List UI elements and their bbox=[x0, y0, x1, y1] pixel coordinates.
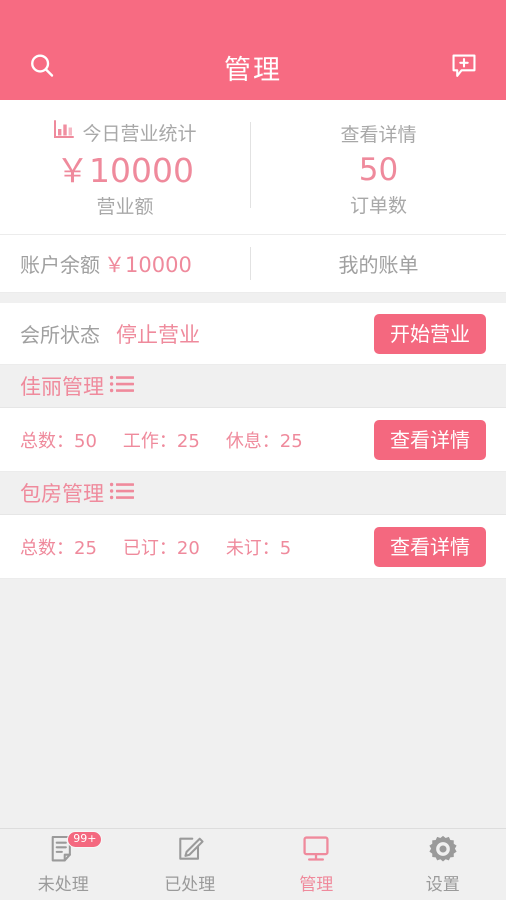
orders-column[interactable]: 查看详情 50 订单数 bbox=[251, 100, 506, 234]
account-balance-row: 账户余额 ￥10000 我的账单 bbox=[0, 235, 506, 293]
section-body-room: 总数：25 已订：20 未订：5 查看详情 bbox=[0, 515, 506, 579]
nav-item-settings[interactable]: 设置 bbox=[380, 829, 506, 900]
room-stat-unbooked: 未订：5 bbox=[225, 537, 292, 559]
business-stats-card: 今日营业统计 ￥10000 营业额 查看详情 50 订单数 bbox=[0, 100, 506, 235]
beauty-stat-working: 工作：25 bbox=[122, 430, 200, 452]
nav-label-management: 管理 bbox=[299, 875, 334, 895]
section-title-room: 包房管理 bbox=[20, 482, 104, 506]
view-details-link[interactable]: 查看详情 bbox=[340, 120, 416, 147]
club-status-label: 会所状态 bbox=[20, 323, 100, 347]
revenue-label: 营业额 bbox=[96, 196, 154, 219]
club-status-value: 停止营业 bbox=[116, 322, 200, 347]
settings-icon-wrap bbox=[427, 834, 459, 868]
club-status-row: 会所状态 停止营业 开始营业 bbox=[0, 303, 506, 365]
balance-amount: ￥10000 bbox=[104, 252, 192, 277]
nav-item-processed[interactable]: 已处理 bbox=[127, 829, 254, 900]
search-icon[interactable] bbox=[22, 46, 62, 86]
section-header-beauty: 佳丽管理 bbox=[0, 365, 506, 408]
beauty-stat-total: 总数：50 bbox=[20, 430, 97, 452]
list-icon bbox=[109, 481, 135, 505]
orders-value: 50 bbox=[358, 151, 399, 188]
nav-item-unprocessed[interactable]: 99+ 未处理 bbox=[0, 829, 127, 900]
message-plus-icon[interactable] bbox=[444, 46, 484, 86]
room-stat-total: 总数：25 bbox=[20, 537, 97, 559]
unprocessed-icon-wrap: 99+ bbox=[47, 831, 103, 868]
orders-label: 订单数 bbox=[349, 195, 407, 218]
list-icon bbox=[109, 374, 135, 398]
balance-left-group: 账户余额 ￥10000 bbox=[0, 249, 250, 279]
beauty-stat-resting: 休息：25 bbox=[225, 430, 303, 452]
nav-label-settings: 设置 bbox=[425, 875, 460, 895]
nav-item-management[interactable]: 管理 bbox=[253, 829, 380, 900]
nav-label-unprocessed: 未处理 bbox=[37, 875, 89, 895]
bar-chart-icon bbox=[53, 119, 75, 145]
my-bill-link[interactable]: 我的账单 bbox=[251, 249, 506, 278]
nav-label-processed: 已处理 bbox=[164, 875, 216, 895]
gear-icon bbox=[427, 833, 459, 869]
unprocessed-badge: 99+ bbox=[67, 831, 103, 849]
page-title: 管理 bbox=[224, 55, 282, 86]
beauty-view-details-button[interactable]: 查看详情 bbox=[374, 419, 486, 460]
room-stat-booked: 已订：20 bbox=[122, 537, 200, 559]
revenue-heading-label: 今日营业统计 bbox=[82, 122, 197, 145]
room-view-details-button[interactable]: 查看详情 bbox=[374, 526, 486, 567]
app-header: 管理 bbox=[0, 0, 506, 100]
revenue-heading-row: 今日营业统计 bbox=[53, 119, 197, 146]
revenue-value: ￥10000 bbox=[56, 150, 194, 190]
balance-label: 账户余额 bbox=[20, 252, 100, 277]
edit-pencil-icon bbox=[174, 833, 206, 869]
start-business-button[interactable]: 开始营业 bbox=[374, 313, 486, 354]
management-icon-wrap bbox=[300, 834, 332, 868]
monitor-icon bbox=[300, 833, 332, 869]
section-header-room: 包房管理 bbox=[0, 472, 506, 515]
section-gap bbox=[0, 293, 506, 303]
section-title-beauty: 佳丽管理 bbox=[20, 375, 104, 399]
revenue-column: 今日营业统计 ￥10000 营业额 bbox=[0, 100, 250, 234]
processed-icon-wrap bbox=[174, 834, 206, 868]
section-body-beauty: 总数：50 工作：25 休息：25 查看详情 bbox=[0, 408, 506, 472]
bottom-navigation: 99+ 未处理 已处理 管理 设置 bbox=[0, 828, 506, 900]
